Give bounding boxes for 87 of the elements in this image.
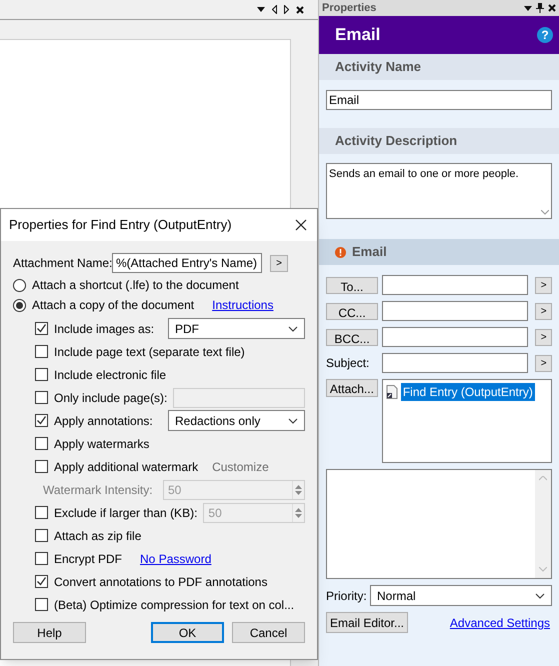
warning-icon (335, 246, 346, 258)
dialog-title: Properties for Find Entry (OutputEntry) (9, 216, 232, 234)
insert-token-button[interactable]: > (270, 254, 288, 272)
checkbox[interactable] (35, 322, 48, 335)
dropdown[interactable]: PDF (168, 318, 305, 339)
spin-up-icon[interactable] (295, 508, 302, 512)
section-header: Activity Name (319, 54, 559, 80)
radio-label: Attach a copy of the document (32, 297, 194, 314)
checkbox[interactable] (35, 598, 48, 611)
checkbox[interactable] (35, 391, 48, 404)
recipient-field[interactable] (382, 301, 528, 321)
section-header: Activity Description (319, 128, 559, 154)
option-label: Include images as: (54, 320, 156, 338)
attachment-list[interactable]: Find Entry (OutputEntry) (382, 379, 552, 463)
insert-token-button[interactable]: > (535, 302, 552, 320)
priority-label: Priority: (326, 588, 368, 604)
checkbox[interactable] (35, 552, 48, 565)
chevron-down-icon (288, 418, 298, 424)
checkbox[interactable] (35, 368, 48, 381)
checkbox[interactable] (35, 529, 48, 542)
attachment-name-label: Attachment Name: (13, 255, 112, 272)
recipient-field[interactable] (382, 353, 528, 373)
option-label: Convert annotations to PDF annotations (54, 574, 268, 590)
recipient-field[interactable] (382, 275, 528, 295)
close-icon[interactable] (296, 6, 304, 14)
dialog-button[interactable]: Cancel (232, 622, 305, 643)
insert-token-button[interactable]: > (535, 354, 552, 372)
recipient-button[interactable]: CC... (326, 302, 378, 320)
attach-button[interactable]: Attach... (326, 379, 378, 397)
option-label: Encrypt PDF (54, 550, 122, 568)
description-field[interactable]: Sends an email to one or more people. (326, 163, 552, 219)
password-link[interactable]: No Password (140, 550, 212, 568)
option-label: Apply additional watermark (54, 458, 198, 476)
option-label: Include page text (separate text file) (54, 344, 245, 360)
spin-down-icon[interactable] (295, 490, 302, 494)
spin-down-icon[interactable] (295, 514, 302, 518)
insert-token-button[interactable]: > (535, 328, 552, 346)
priority-dropdown[interactable]: Normal (370, 585, 552, 606)
checkbox[interactable] (35, 414, 48, 427)
dialog-button[interactable]: Help (13, 622, 86, 643)
option-label: Only include page(s): (54, 390, 168, 406)
scroll-down-icon[interactable] (541, 210, 549, 215)
option-label: Apply annotations: (54, 412, 154, 430)
option-label: (Beta) Optimize compression for text on col... (54, 596, 294, 614)
checkbox[interactable] (35, 460, 48, 473)
checkbox[interactable] (35, 437, 48, 450)
checkbox[interactable] (35, 575, 48, 588)
chevron-down-icon (535, 592, 545, 598)
scroll-right-icon[interactable] (284, 5, 289, 14)
help-icon[interactable]: ? (537, 27, 553, 43)
insert-token-button[interactable]: > (535, 276, 552, 294)
activity-name-field[interactable]: Email (326, 90, 552, 110)
pages-field[interactable] (173, 388, 305, 408)
activity-title: Email (335, 24, 380, 46)
chevron-down-icon (288, 326, 298, 332)
option-label: Include electronic file (54, 366, 166, 384)
radio-button[interactable] (13, 298, 26, 312)
dropdown-icon[interactable] (257, 7, 265, 12)
checkbox[interactable] (35, 345, 48, 358)
radio-label: Attach a shortcut (.lfe) to the document (32, 277, 239, 294)
option-label: Apply watermarks (54, 436, 150, 452)
document-shortcut-icon (386, 385, 398, 399)
instructions-link[interactable]: Instructions (212, 296, 274, 314)
attachment-name-field[interactable]: %(Attached Entry's Name) (112, 253, 262, 273)
dropdown-icon[interactable] (524, 6, 532, 10)
option-label: Attach as zip file (54, 528, 142, 544)
email-editor-button[interactable]: Email Editor... (326, 612, 408, 633)
close-icon[interactable] (295, 219, 307, 231)
scroll-left-icon[interactable] (272, 5, 277, 14)
radio-button[interactable] (13, 278, 26, 292)
dropdown[interactable]: Redactions only (168, 410, 305, 431)
subject-label: Subject: (326, 355, 370, 372)
option-label: Watermark Intensity: (43, 482, 154, 498)
pin-icon[interactable] (536, 3, 544, 13)
recipient-button[interactable]: To... (326, 276, 378, 294)
customize-label: Customize (212, 458, 269, 476)
checkbox[interactable] (35, 506, 48, 519)
section-header: Email (319, 239, 559, 265)
advanced-settings-link[interactable]: Advanced Settings (450, 614, 550, 632)
close-icon[interactable] (548, 4, 556, 12)
recipient-field[interactable] (382, 327, 528, 347)
option-label: Exclude if larger than (KB): (54, 504, 198, 522)
recipient-button[interactable]: BCC... (326, 328, 378, 346)
panel-title: Properties (322, 0, 376, 16)
spin-up-icon[interactable] (295, 484, 302, 488)
dialog-button[interactable]: OK (151, 622, 224, 643)
attachment-item[interactable]: Find Entry (OutputEntry) (400, 383, 535, 401)
